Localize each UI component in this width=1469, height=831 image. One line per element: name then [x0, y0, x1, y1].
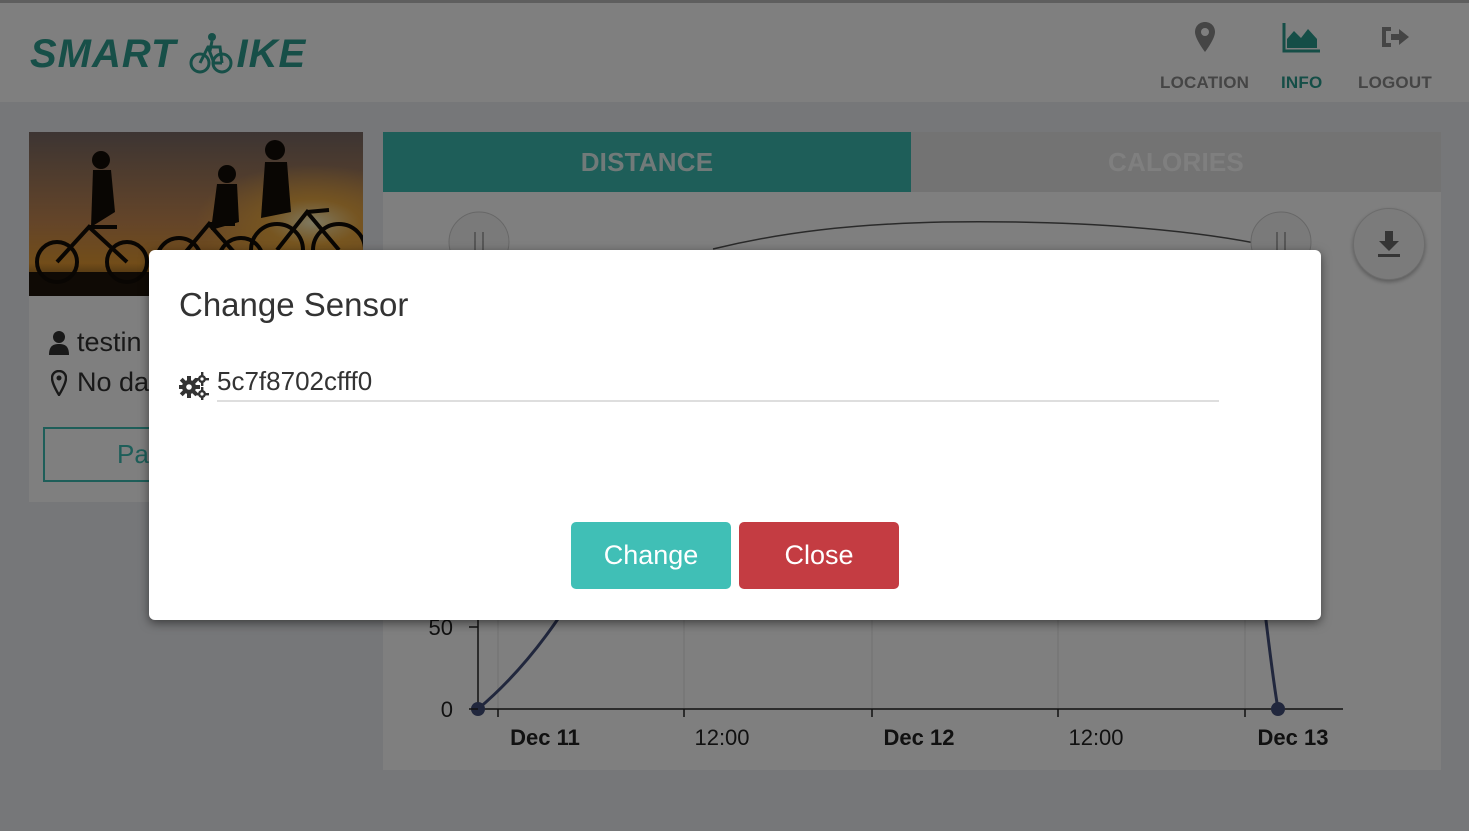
change-button[interactable]: Change [571, 522, 731, 589]
gears-icon [179, 372, 209, 400]
sensor-icon-wrap [179, 372, 209, 400]
change-sensor-modal: Change Sensor Change Close [149, 250, 1321, 620]
sensor-id-input[interactable] [217, 362, 1219, 402]
modal-title: Change Sensor [179, 286, 409, 323]
close-button[interactable]: Close [739, 522, 899, 589]
